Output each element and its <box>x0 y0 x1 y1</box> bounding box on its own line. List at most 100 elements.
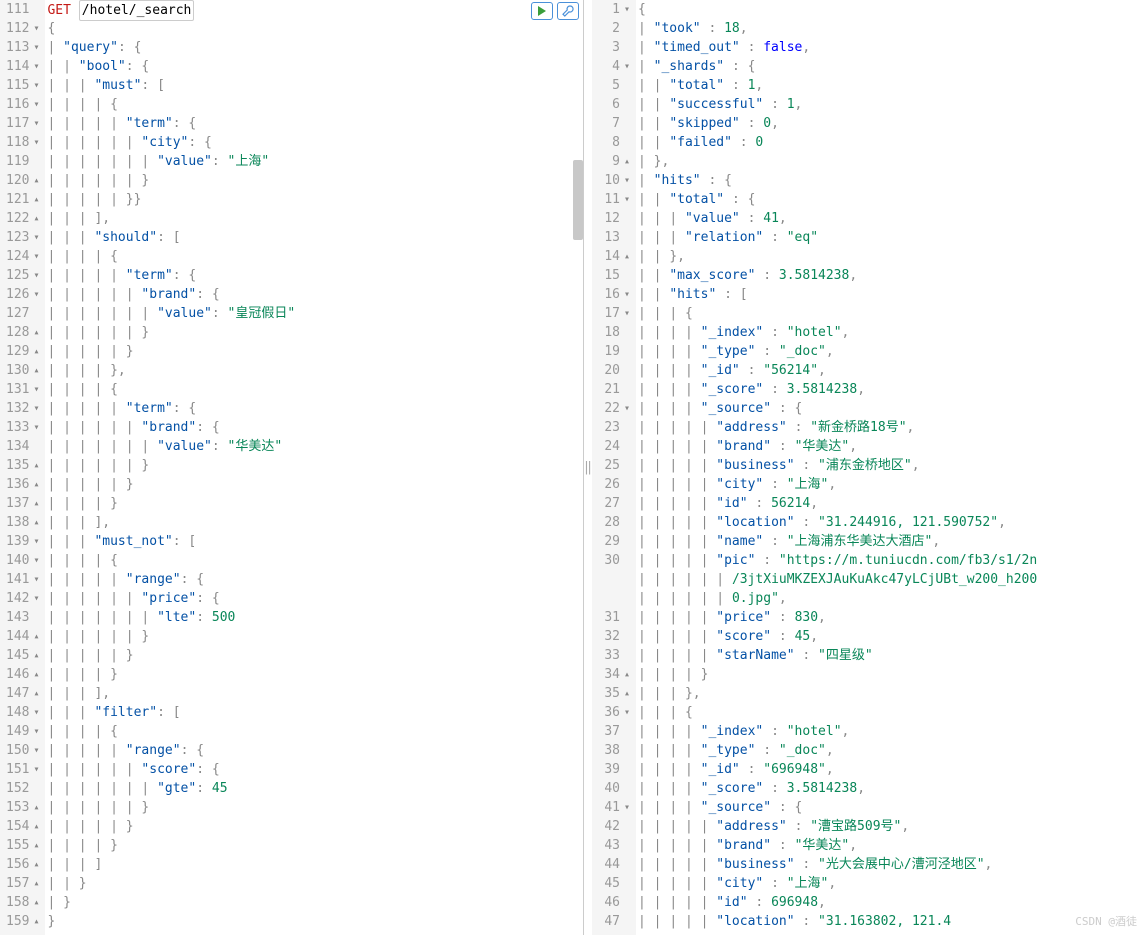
fold-icon[interactable]: ▴ <box>31 456 39 475</box>
fold-icon[interactable]: ▾ <box>31 722 39 741</box>
code-line[interactable]: | | | | "_id" : "696948", <box>638 760 1145 779</box>
pane-divider[interactable]: ‖ <box>584 0 592 935</box>
code-line[interactable]: | | | "should": [ <box>47 228 583 247</box>
code-line[interactable]: | | "skipped" : 0, <box>638 114 1145 133</box>
fold-icon[interactable]: ▴ <box>31 874 39 893</box>
fold-icon[interactable]: ▴ <box>31 855 39 874</box>
fold-icon[interactable]: ▾ <box>31 228 39 247</box>
fold-icon[interactable]: ▾ <box>622 171 630 190</box>
code-line[interactable]: | "query": { <box>47 38 583 57</box>
fold-icon[interactable]: ▾ <box>31 399 39 418</box>
fold-icon[interactable]: ▴ <box>31 323 39 342</box>
fold-icon[interactable]: ▾ <box>31 95 39 114</box>
code-line[interactable]: | | | | | | } <box>47 627 583 646</box>
fold-icon[interactable]: ▴ <box>622 665 630 684</box>
code-line[interactable]: | "_shards" : { <box>638 57 1145 76</box>
code-line[interactable]: } <box>47 912 583 931</box>
code-line[interactable]: | | | | "_type" : "_doc", <box>638 741 1145 760</box>
code-line[interactable]: | | | }, <box>638 684 1145 703</box>
code-line[interactable]: | | | | | "business" : "浦东金桥地区", <box>638 456 1145 475</box>
fold-icon[interactable]: ▴ <box>31 361 39 380</box>
fold-icon[interactable]: ▴ <box>31 684 39 703</box>
code-line[interactable]: | | | | } <box>47 494 583 513</box>
code-line[interactable]: | | | | | | "score": { <box>47 760 583 779</box>
wrench-button[interactable] <box>557 2 579 20</box>
code-line[interactable]: | | | | { <box>47 380 583 399</box>
code-line[interactable]: | | | "value" : 41, <box>638 209 1145 228</box>
fold-icon[interactable]: ▾ <box>622 703 630 722</box>
code-line[interactable]: | | | | "_source" : { <box>638 399 1145 418</box>
fold-icon[interactable]: ▾ <box>31 418 39 437</box>
code-line[interactable]: | | "total" : 1, <box>638 76 1145 95</box>
code-line[interactable]: | | | | "_score" : 3.5814238, <box>638 779 1145 798</box>
run-button[interactable] <box>531 2 553 20</box>
code-line[interactable]: | | | | | | } <box>47 323 583 342</box>
fold-icon[interactable]: ▾ <box>31 133 39 152</box>
request-code[interactable]: GET /hotel/_search{| "query": {| | "bool… <box>45 0 583 935</box>
fold-icon[interactable]: ▴ <box>31 665 39 684</box>
code-line[interactable]: | | | | | } <box>47 646 583 665</box>
fold-icon[interactable]: ▴ <box>31 627 39 646</box>
code-line[interactable]: | | | | | "score" : 45, <box>638 627 1145 646</box>
code-line[interactable]: | | | | | "price" : 830, <box>638 608 1145 627</box>
fold-icon[interactable]: ▾ <box>31 570 39 589</box>
code-line[interactable]: | | | | | "term": { <box>47 399 583 418</box>
fold-icon[interactable]: ▾ <box>622 798 630 817</box>
code-line[interactable]: | | | | | "range": { <box>47 741 583 760</box>
fold-icon[interactable]: ▾ <box>31 703 39 722</box>
code-line[interactable]: | } <box>47 893 583 912</box>
code-line[interactable]: | | | { <box>638 703 1145 722</box>
response-code[interactable]: {| "took" : 18,| "timed_out" : false,| "… <box>636 0 1145 935</box>
fold-icon[interactable]: ▾ <box>31 38 39 57</box>
fold-icon[interactable]: ▾ <box>622 399 630 418</box>
code-line[interactable]: | | | | { <box>47 95 583 114</box>
fold-icon[interactable]: ▴ <box>31 836 39 855</box>
code-line[interactable]: | | | | | | | "gte": 45 <box>47 779 583 798</box>
fold-icon[interactable]: ▴ <box>622 684 630 703</box>
code-line[interactable]: | | | | | } <box>47 817 583 836</box>
code-line[interactable]: | | "failed" : 0 <box>638 133 1145 152</box>
fold-icon[interactable]: ▴ <box>622 247 630 266</box>
fold-icon[interactable]: ▾ <box>31 589 39 608</box>
code-line[interactable]: | | | | | "brand" : "华美达", <box>638 836 1145 855</box>
code-line[interactable]: | | | | "_index" : "hotel", <box>638 323 1145 342</box>
code-line[interactable]: | | | | | "address" : "新金桥路18号", <box>638 418 1145 437</box>
code-line[interactable]: | | | | | | | "value": "华美达" <box>47 437 583 456</box>
code-line[interactable]: | | | | "_type" : "_doc", <box>638 342 1145 361</box>
code-line[interactable]: | | | | | "address" : "漕宝路509号", <box>638 817 1145 836</box>
code-line[interactable]: | | "max_score" : 3.5814238, <box>638 266 1145 285</box>
code-line[interactable]: { <box>638 0 1145 19</box>
fold-icon[interactable]: ▴ <box>31 893 39 912</box>
code-line[interactable]: | | | | | } <box>47 342 583 361</box>
fold-icon[interactable]: ▾ <box>622 0 630 19</box>
code-line[interactable]: | | | ], <box>47 684 583 703</box>
code-line[interactable]: | | | | | "term": { <box>47 266 583 285</box>
code-line[interactable]: | | | | | "city" : "上海", <box>638 874 1145 893</box>
code-line[interactable]: | | | | "_source" : { <box>638 798 1145 817</box>
code-line[interactable]: | | | | | } <box>47 475 583 494</box>
code-line[interactable]: | | | | | | | "lte": 500 <box>47 608 583 627</box>
code-line[interactable]: | | | | | "location" : "31.163802, 121.4 <box>638 912 1145 931</box>
fold-icon[interactable]: ▴ <box>31 646 39 665</box>
code-line[interactable]: | | | | | | "brand": { <box>47 285 583 304</box>
code-line[interactable]: | | | "must_not": [ <box>47 532 583 551</box>
fold-icon[interactable]: ▴ <box>31 475 39 494</box>
fold-icon[interactable]: ▴ <box>31 513 39 532</box>
fold-icon[interactable]: ▾ <box>31 114 39 133</box>
fold-icon[interactable]: ▴ <box>31 190 39 209</box>
code-line[interactable]: | | | | | "id" : 696948, <box>638 893 1145 912</box>
code-line[interactable]: | | | | | "term": { <box>47 114 583 133</box>
code-line[interactable]: | | | "must": [ <box>47 76 583 95</box>
fold-icon[interactable]: ▴ <box>31 798 39 817</box>
code-line[interactable]: { <box>47 19 583 38</box>
code-line[interactable]: | | | | | | 0.jpg", <box>638 589 1145 608</box>
code-line[interactable]: | | | | | "range": { <box>47 570 583 589</box>
fold-icon[interactable]: ▾ <box>622 57 630 76</box>
code-line[interactable]: | | | | { <box>47 722 583 741</box>
code-line[interactable]: | | | | | "location" : "31.244916, 121.5… <box>638 513 1145 532</box>
code-line[interactable]: | | | | | | "price": { <box>47 589 583 608</box>
code-line[interactable]: | | "total" : { <box>638 190 1145 209</box>
fold-icon[interactable]: ▾ <box>622 190 630 209</box>
fold-icon[interactable]: ▾ <box>31 760 39 779</box>
code-line[interactable]: | | | | } <box>47 665 583 684</box>
